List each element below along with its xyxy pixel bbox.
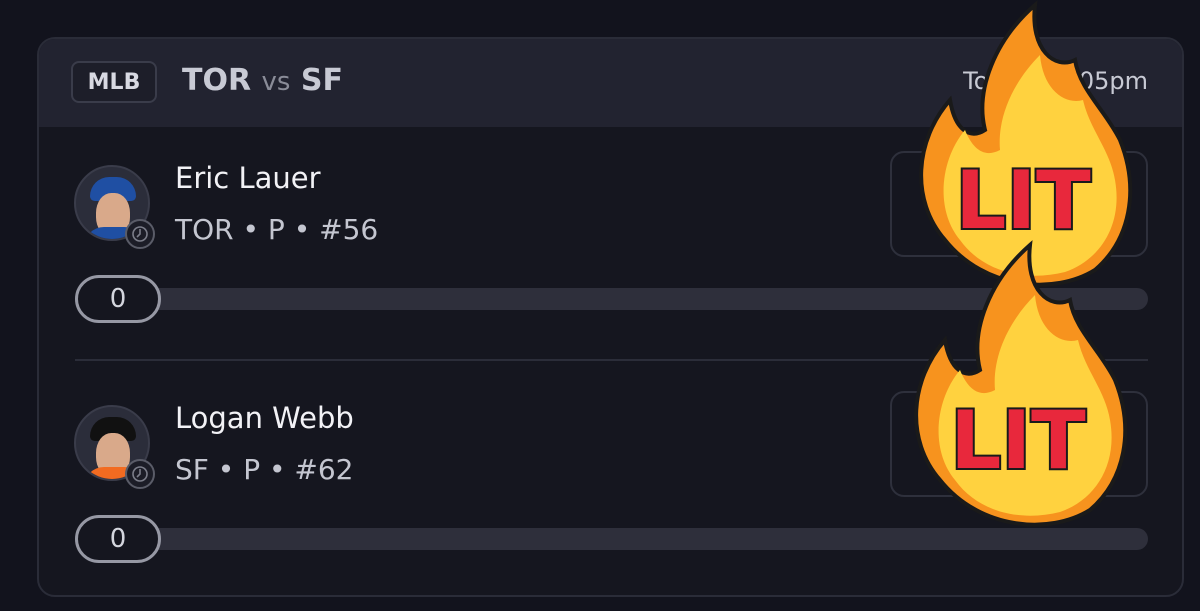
matchup-title: TOR vs SF — [182, 63, 343, 98]
lit-text: LIT — [955, 154, 1091, 247]
player-meta: TOR • P • #56 — [175, 213, 379, 246]
progress-track — [75, 528, 1148, 550]
player-name[interactable]: Eric Lauer — [175, 161, 321, 195]
count-pill: 0 — [75, 515, 161, 563]
home-team: SF — [300, 63, 344, 98]
clock-icon — [125, 219, 155, 249]
player-name[interactable]: Logan Webb — [175, 401, 354, 435]
lit-fire-sticker: LIT — [914, 240, 1128, 527]
clock-icon — [125, 459, 155, 489]
player-meta: SF • P • #62 — [175, 453, 354, 486]
count-pill: 0 — [75, 275, 161, 323]
lit-text: LIT — [950, 394, 1086, 487]
vs-label: vs — [261, 67, 291, 97]
away-team: TOR — [182, 63, 252, 98]
league-badge: MLB — [71, 61, 157, 103]
